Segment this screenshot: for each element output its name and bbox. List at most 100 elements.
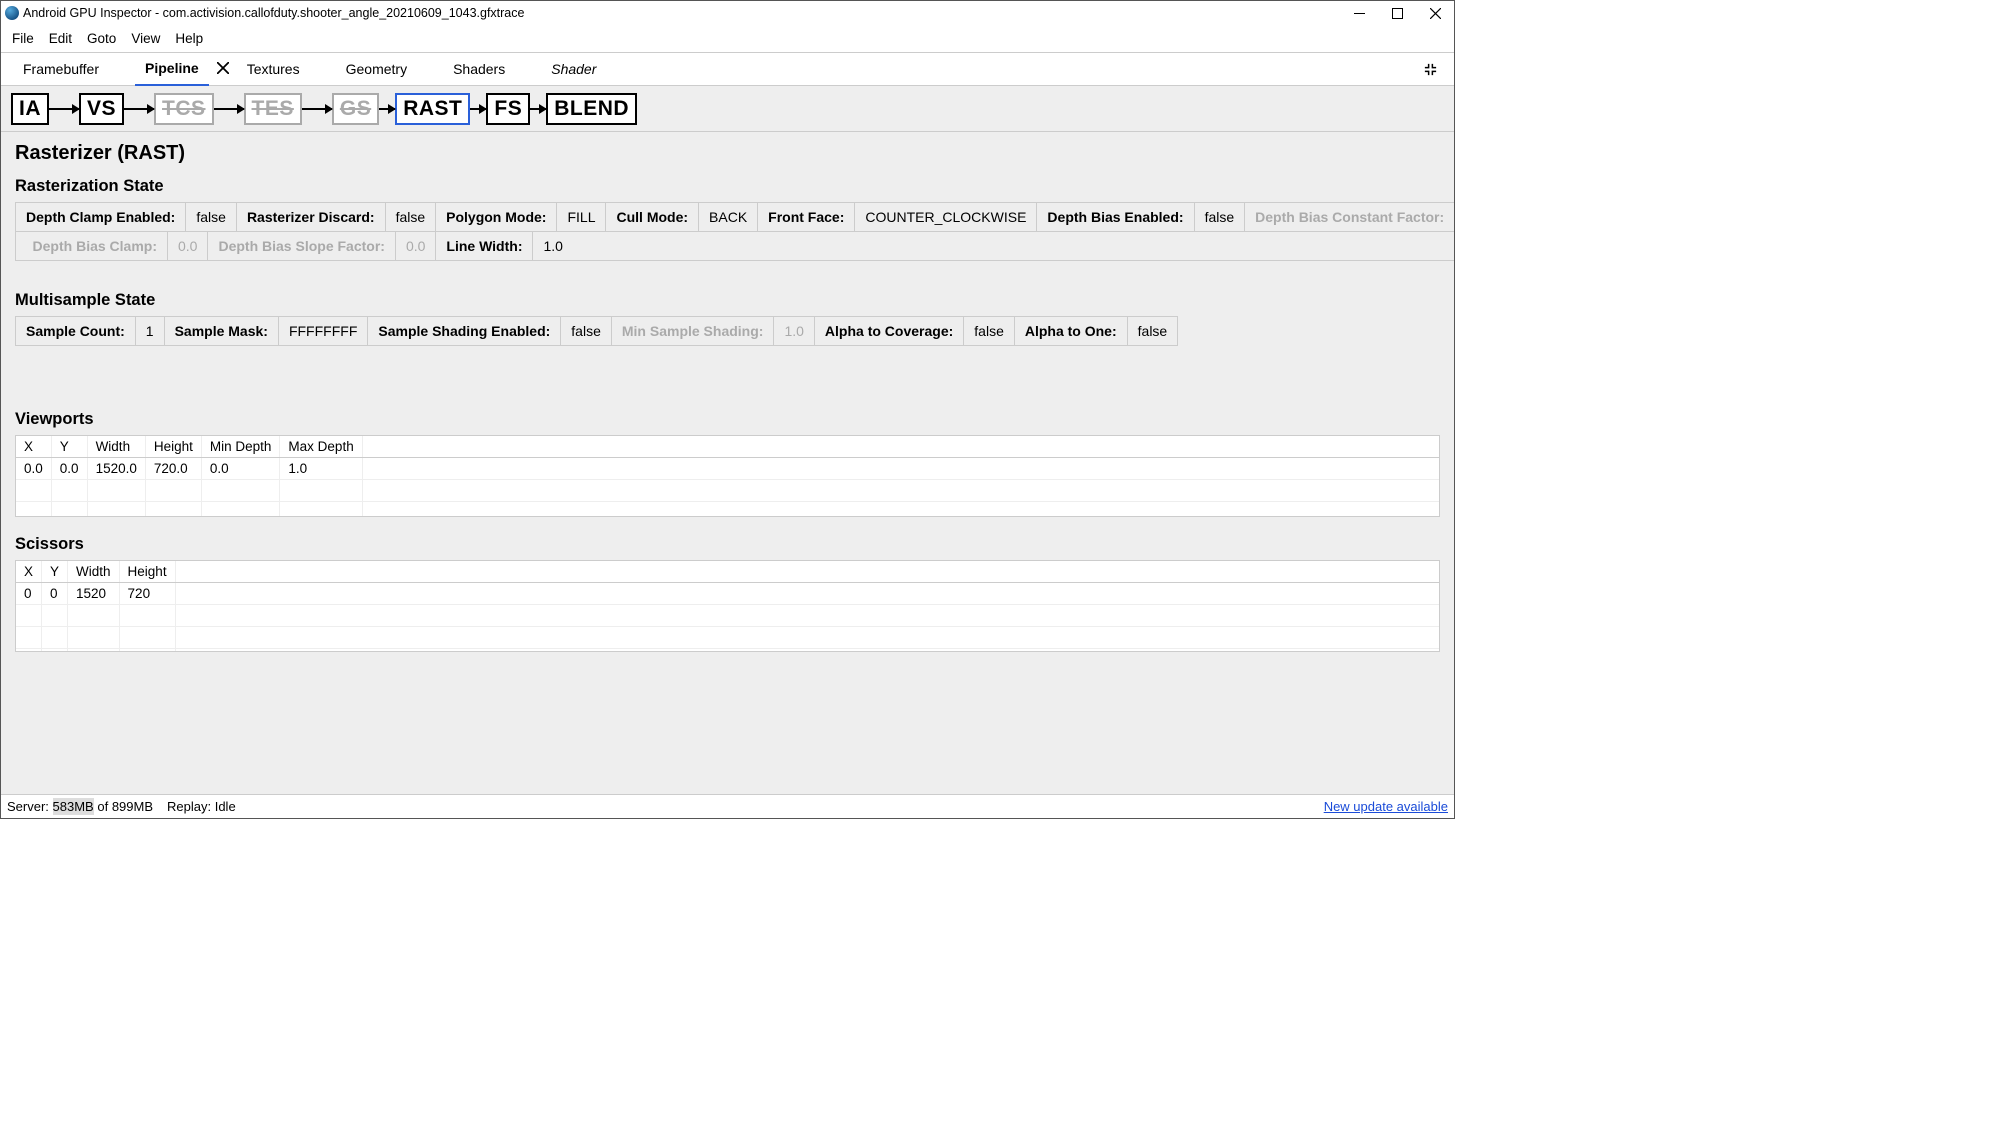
menu-file[interactable]: File <box>5 29 41 48</box>
kv-label: Min Sample Shading: <box>612 317 775 345</box>
exit-fullscreen-icon <box>1423 62 1438 77</box>
kv-value: false <box>561 317 612 345</box>
column-header[interactable]: Min Depth <box>201 436 280 458</box>
column-header[interactable]: Y <box>51 436 87 458</box>
statusbar: Server: 583MB of 899MB Replay: Idle New … <box>1 794 1454 818</box>
kv-label: Cull Mode: <box>606 203 699 231</box>
table-cell: 1520.0 <box>87 458 145 480</box>
kv-label: Polygon Mode: <box>436 203 557 231</box>
menu-goto[interactable]: Goto <box>80 29 123 48</box>
table-row[interactable]: 001520720 <box>16 583 1439 605</box>
scissors-table: XYWidthHeight 001520720 <box>15 560 1440 652</box>
table-cell: 1520 <box>68 583 120 605</box>
menubar: File Edit Goto View Help <box>1 25 1454 52</box>
table-cell: 0 <box>42 583 68 605</box>
titlebar: Android GPU Inspector - com.activision.c… <box>1 1 1454 25</box>
kv-label: Sample Mask: <box>165 317 279 345</box>
column-header[interactable]: X <box>16 561 42 583</box>
kv-value: 1.0 <box>533 232 572 260</box>
kv-label: Depth Bias Constant Factor: <box>1245 203 1454 231</box>
kv-label: Sample Count: <box>16 317 136 345</box>
tabbar: Framebuffer Pipeline Textures Geometry S… <box>1 52 1454 86</box>
replay-state: Idle <box>215 799 236 814</box>
rasterization-state-heading: Rasterization State <box>15 177 1440 196</box>
pipeline-stage-ia[interactable]: IA <box>11 93 49 125</box>
table-row <box>16 605 1439 627</box>
app-icon <box>5 6 19 20</box>
pipeline-stage-tes[interactable]: TES <box>244 93 302 125</box>
kv-label: Rasterizer Discard: <box>237 203 386 231</box>
tab-shaders[interactable]: Shaders <box>443 52 515 86</box>
table-row <box>16 649 1439 653</box>
replay-status: Replay: Idle <box>167 799 236 814</box>
table-row <box>16 627 1439 649</box>
viewports-heading: Viewports <box>15 410 1440 429</box>
pipeline-stage-blend[interactable]: BLEND <box>546 93 637 125</box>
update-available-link[interactable]: New update available <box>1324 799 1448 814</box>
scissors-heading: Scissors <box>15 535 1440 554</box>
window-maximize-button[interactable] <box>1378 1 1416 25</box>
menu-edit[interactable]: Edit <box>42 29 79 48</box>
kv-label: Line Width: <box>436 232 533 260</box>
column-header[interactable]: Height <box>145 436 201 458</box>
kv-value: FILL <box>557 203 606 231</box>
kv-label: Alpha to One: <box>1015 317 1128 345</box>
viewports-table: XYWidthHeightMin DepthMax Depth 0.00.015… <box>15 435 1440 517</box>
table-cell: 720 <box>119 583 175 605</box>
kv-value: 1 <box>136 317 165 345</box>
tab-shader-instance[interactable]: Shader <box>541 52 606 86</box>
column-header[interactable]: Height <box>119 561 175 583</box>
multisample-state-heading: Multisample State <box>15 291 1440 310</box>
kv-label: Depth Clamp Enabled: <box>16 203 186 231</box>
kv-label: Depth Bias Slope Factor: <box>208 232 395 260</box>
rasterization-state-table: Depth Clamp Enabled:falseRasterizer Disc… <box>15 202 1454 261</box>
tab-textures[interactable]: Textures <box>237 52 310 86</box>
page-title: Rasterizer (RAST) <box>15 142 1440 165</box>
minimize-icon <box>1354 8 1365 19</box>
kv-label: Alpha to Coverage: <box>815 317 964 345</box>
arrow-icon <box>124 108 154 110</box>
tab-close-button[interactable] <box>211 61 235 78</box>
table-cell: 1.0 <box>280 458 362 480</box>
kv-value: 0.0 <box>396 232 436 260</box>
kv-label: Depth Bias Clamp: <box>16 232 168 260</box>
column-header[interactable]: Width <box>68 561 120 583</box>
multisample-state-table: Sample Count:1Sample Mask:FFFFFFFFSample… <box>15 316 1178 346</box>
column-header[interactable]: Width <box>87 436 145 458</box>
column-header[interactable]: Y <box>42 561 68 583</box>
window-close-button[interactable] <box>1416 1 1454 25</box>
menu-help[interactable]: Help <box>168 29 210 48</box>
arrow-icon <box>530 108 546 110</box>
window-minimize-button[interactable] <box>1340 1 1378 25</box>
tab-geometry[interactable]: Geometry <box>336 52 417 86</box>
table-row[interactable]: 0.00.01520.0720.00.01.0 <box>16 458 1439 480</box>
replay-label: Replay: <box>167 799 211 814</box>
window-title: Android GPU Inspector - com.activision.c… <box>23 6 524 20</box>
kv-label: Sample Shading Enabled: <box>368 317 561 345</box>
kv-label: Depth Bias Enabled: <box>1037 203 1194 231</box>
kv-value: FFFFFFFF <box>279 317 368 345</box>
maximize-icon <box>1392 8 1403 19</box>
exit-fullscreen-button[interactable] <box>1419 62 1442 77</box>
kv-value: 1.0 <box>774 317 814 345</box>
pipeline-stage-fs[interactable]: FS <box>486 93 530 125</box>
server-memory: Server: 583MB of 899MB <box>7 799 153 814</box>
tab-framebuffer[interactable]: Framebuffer <box>13 52 109 86</box>
pipeline-stage-rast[interactable]: RAST <box>395 93 470 125</box>
pipeline-stage-vs[interactable]: VS <box>79 93 124 125</box>
kv-value: false <box>386 203 437 231</box>
arrow-icon <box>214 108 244 110</box>
column-header[interactable]: X <box>16 436 51 458</box>
pipeline-stage-tcs[interactable]: TCS <box>154 93 214 125</box>
table-cell: 720.0 <box>145 458 201 480</box>
arrow-icon <box>49 108 79 110</box>
close-icon <box>1430 8 1441 19</box>
tab-pipeline[interactable]: Pipeline <box>135 52 209 86</box>
kv-value: BACK <box>699 203 758 231</box>
arrow-icon <box>470 108 486 110</box>
kv-value: false <box>1195 203 1246 231</box>
column-header[interactable]: Max Depth <box>280 436 362 458</box>
pipeline-stage-gs[interactable]: GS <box>332 93 379 125</box>
menu-view[interactable]: View <box>124 29 167 48</box>
app-window: Android GPU Inspector - com.activision.c… <box>0 0 1455 819</box>
